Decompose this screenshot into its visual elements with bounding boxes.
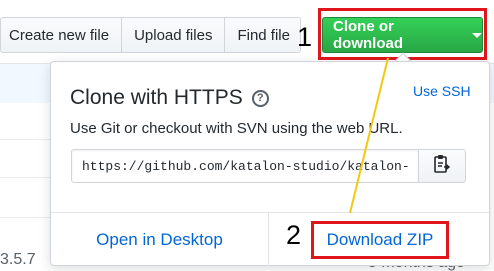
clone-panel-title-text: Clone with HTTPS xyxy=(70,86,243,109)
copy-url-button[interactable] xyxy=(418,149,466,183)
version-text: 3.5.7 xyxy=(0,251,36,268)
annotation-step-2: 2 xyxy=(286,220,302,250)
open-in-desktop-link[interactable]: Open in Desktop xyxy=(51,213,269,266)
download-zip-link[interactable]: Download ZIP xyxy=(311,221,449,259)
annotation-step-1: 1 xyxy=(297,22,313,52)
clone-dropdown-panel: Clone with HTTPS ? Use SSH Use Git or ch… xyxy=(50,61,490,266)
clippy-icon xyxy=(434,154,451,179)
find-file-button[interactable]: Find file xyxy=(225,17,301,53)
clone-url-input[interactable] xyxy=(71,149,419,183)
clone-or-download-label: Clone or download xyxy=(333,18,403,52)
create-new-file-button[interactable]: Create new file xyxy=(0,17,123,53)
triangle-down-icon xyxy=(472,32,482,38)
use-ssh-link[interactable]: Use SSH xyxy=(413,83,471,99)
question-circle-icon[interactable]: ? xyxy=(251,89,269,107)
clone-panel-title: Clone with HTTPS ? xyxy=(70,86,269,110)
clone-panel-description: Use Git or checkout with SVN using the w… xyxy=(70,120,403,137)
file-actions-toolbar: Create new file Upload files Find file xyxy=(0,17,301,53)
clone-or-download-button[interactable]: Clone or download xyxy=(322,17,483,53)
upload-files-button[interactable]: Upload files xyxy=(122,17,226,53)
